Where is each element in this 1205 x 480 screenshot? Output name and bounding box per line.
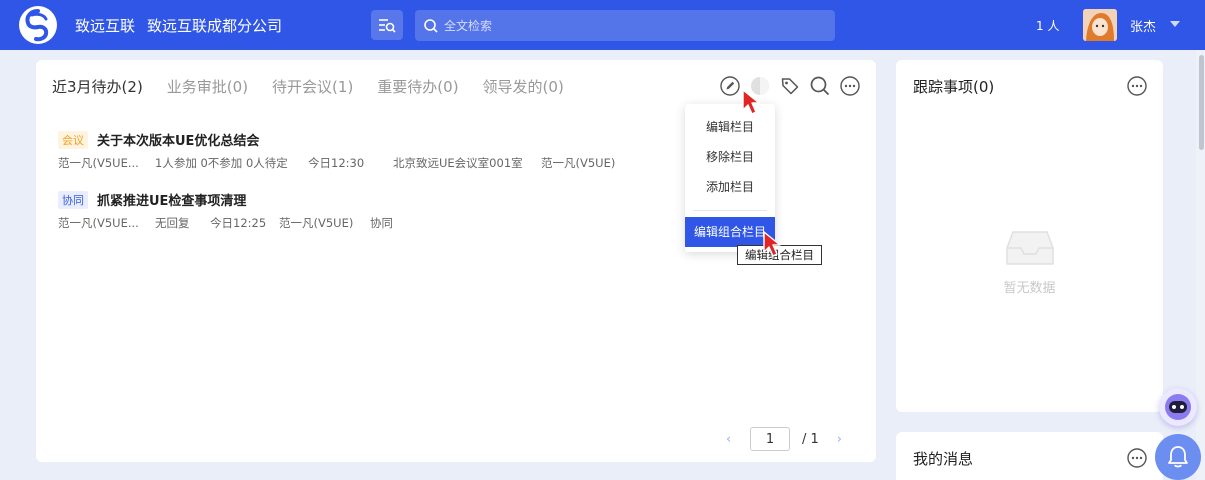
menu-item-add-column[interactable]: 添加栏目 (685, 178, 775, 195)
search-icon (810, 76, 830, 96)
item-time: 今日12:25 (210, 216, 267, 230)
more-icon (840, 76, 860, 96)
page-input[interactable] (750, 427, 790, 451)
company-full: 致远互联成都分公司 (147, 17, 283, 35)
panel-title: 跟踪事项(0) (913, 78, 995, 96)
item-organizer: 范一凡(V5UE) (541, 156, 616, 170)
username[interactable]: 张杰 (1130, 16, 1156, 35)
item-title[interactable]: 关于本次版本UE优化总结会 (97, 130, 259, 149)
list-item[interactable]: 协同 抓紧推进UE检查事项清理 范一凡(V5UE... 无回复 今日12:25 … (58, 190, 678, 230)
tracking-panel: 跟踪事项(0) 暂无数据 (896, 60, 1163, 412)
cursor-icon (742, 89, 760, 115)
pagination: ‹ / 1 › (726, 427, 851, 451)
item-organizer: 范一凡(V5UE) (279, 216, 354, 230)
top-bar: 致远互联致远互联成都分公司 1 人 张杰 (0, 0, 1205, 50)
prev-page-icon[interactable]: ‹ (726, 432, 740, 447)
brand-name: 致远互联 致远互联成都分公司 (75, 15, 294, 36)
collab-tag: 协同 (58, 190, 88, 209)
page-total: / 1 (802, 431, 819, 447)
more-button[interactable] (840, 76, 860, 96)
panel-title: 我的消息 (913, 450, 974, 468)
todo-tabs: 近3月待办(2) 业务审批(0) 待开会议(1) 重要待办(0) 领导发的(0) (52, 76, 588, 97)
item-location: 北京致远UE会议室001室 (393, 156, 523, 170)
tab-pending-meetings[interactable]: 待开会议(1) (272, 76, 353, 97)
tag-button[interactable] (780, 76, 800, 96)
cursor-icon (763, 231, 781, 257)
menu-search-button[interactable] (371, 10, 403, 40)
messages-panel: 我的消息 (896, 432, 1163, 480)
search-bar[interactable] (415, 10, 835, 41)
chevron-down-icon[interactable] (1170, 21, 1180, 28)
pencil-icon (720, 76, 740, 96)
assistant-button[interactable] (1159, 388, 1197, 426)
item-type: 协同 (370, 216, 393, 230)
menu-item-remove-column[interactable]: 移除栏目 (685, 148, 775, 165)
next-page-icon[interactable]: › (837, 432, 851, 447)
more-icon[interactable] (1127, 448, 1147, 468)
company-short: 致远互联 (75, 17, 136, 35)
logo-icon[interactable] (18, 5, 58, 45)
tab-from-leaders[interactable]: 领导发的(0) (483, 76, 564, 97)
item-attendance: 1人参加 0不参加 0人待定 (155, 156, 288, 170)
list-item[interactable]: 会议 关于本次版本UE优化总结会 范一凡(V5UE... 1人参加 0不参加 0… (58, 130, 678, 170)
online-count[interactable]: 1 人 (1036, 17, 1059, 34)
search-panel-button[interactable] (810, 76, 830, 96)
item-meta: 范一凡(V5UE... 无回复 今日12:25 范一凡(V5UE) 协同 (58, 215, 678, 230)
item-sender: 范一凡(V5UE... (58, 216, 139, 230)
menu-item-edit-column[interactable]: 编辑栏目 (685, 118, 775, 135)
item-sender: 范一凡(V5UE... (58, 156, 139, 170)
menu-divider (693, 210, 767, 211)
list-search-icon (379, 19, 396, 33)
empty-state (896, 228, 1163, 272)
tab-recent-todo[interactable]: 近3月待办(2) (52, 76, 143, 97)
more-icon[interactable] (1127, 76, 1147, 96)
search-input[interactable] (444, 18, 824, 33)
edit-button[interactable] (720, 76, 740, 96)
item-title-row: 协同 抓紧推进UE检查事项清理 (58, 190, 678, 209)
item-title-row: 会议 关于本次版本UE优化总结会 (58, 130, 678, 149)
item-time: 今日12:30 (308, 156, 365, 170)
scrollbar-thumb[interactable] (1199, 55, 1204, 150)
item-meta: 范一凡(V5UE... 1人参加 0不参加 0人待定 今日12:30 北京致远U… (58, 155, 678, 170)
robot-icon (1165, 394, 1191, 420)
avatar[interactable] (1083, 9, 1117, 41)
tab-business-approval[interactable]: 业务审批(0) (167, 76, 248, 97)
item-title[interactable]: 抓紧推进UE检查事项清理 (97, 190, 246, 209)
tag-icon (781, 78, 799, 95)
search-icon (424, 18, 438, 33)
meeting-tag: 会议 (58, 130, 88, 149)
empty-text: 暂无数据 (1003, 281, 1056, 296)
notification-button[interactable] (1155, 434, 1201, 480)
item-reply-status: 无回复 (155, 216, 190, 230)
bell-icon (1168, 446, 1188, 468)
empty-inbox-icon (1005, 231, 1054, 265)
tab-important-todo[interactable]: 重要待办(0) (377, 76, 458, 97)
